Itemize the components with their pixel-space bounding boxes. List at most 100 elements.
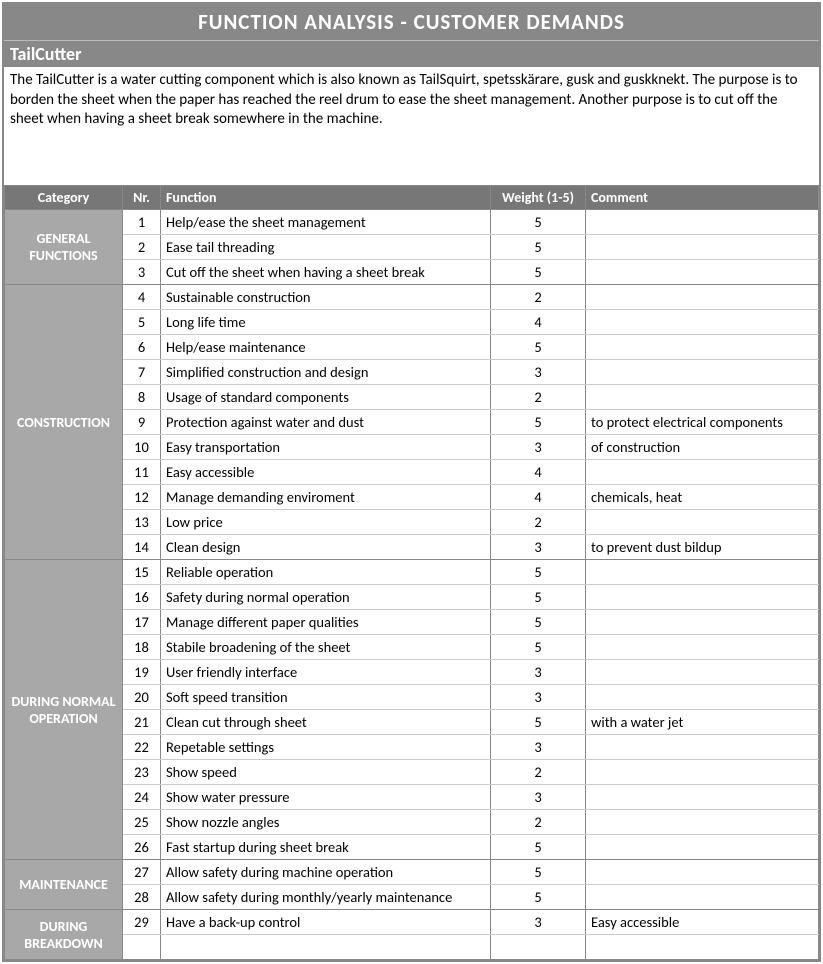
nr-cell: 29 xyxy=(123,910,161,935)
function-cell: Soft speed transition xyxy=(161,685,491,710)
function-cell: Fast startup during sheet break xyxy=(161,835,491,860)
nr-cell: 16 xyxy=(123,585,161,610)
function-cell xyxy=(161,935,491,960)
function-cell: User friendly interface xyxy=(161,660,491,685)
weight-cell: 5 xyxy=(491,235,586,260)
table-row: 7Simplified construction and design3 xyxy=(5,360,819,385)
table-row: 3Cut off the sheet when having a sheet b… xyxy=(5,260,819,285)
comment-cell: to prevent dust bildup xyxy=(586,535,819,560)
weight-cell: 4 xyxy=(491,460,586,485)
function-cell: Clean design xyxy=(161,535,491,560)
function-cell: Long life time xyxy=(161,310,491,335)
weight-cell: 5 xyxy=(491,560,586,585)
table-row: MAINTENANCE27Allow safety during machine… xyxy=(5,860,819,885)
nr-cell: 20 xyxy=(123,685,161,710)
comment-cell: of construction xyxy=(586,435,819,460)
function-cell: Simplified construction and design xyxy=(161,360,491,385)
comment-cell xyxy=(586,285,819,310)
nr-cell: 26 xyxy=(123,835,161,860)
col-header-nr: Nr. xyxy=(123,186,161,210)
weight-cell: 3 xyxy=(491,735,586,760)
table-row: 17Manage different paper qualities5 xyxy=(5,610,819,635)
comment-cell xyxy=(586,685,819,710)
function-cell: Cut off the sheet when having a sheet br… xyxy=(161,260,491,285)
weight-cell: 3 xyxy=(491,360,586,385)
comment-cell: Easy accessible xyxy=(586,910,819,935)
nr-cell: 22 xyxy=(123,735,161,760)
comment-cell xyxy=(586,560,819,585)
table-row: 14Clean design3to prevent dust bildup xyxy=(5,535,819,560)
table-row: 28Allow safety during monthly/yearly mai… xyxy=(5,885,819,910)
comment-cell xyxy=(586,610,819,635)
function-cell: Clean cut through sheet xyxy=(161,710,491,735)
nr-cell: 18 xyxy=(123,635,161,660)
weight-cell: 5 xyxy=(491,710,586,735)
function-cell: Repetable settings xyxy=(161,735,491,760)
table-row xyxy=(5,935,819,960)
nr-cell: 7 xyxy=(123,360,161,385)
weight-cell: 5 xyxy=(491,610,586,635)
function-cell: Help/ease the sheet management xyxy=(161,210,491,235)
nr-cell: 23 xyxy=(123,760,161,785)
function-cell: Show speed xyxy=(161,760,491,785)
table-row: 12Manage demanding enviroment4chemicals,… xyxy=(5,485,819,510)
comment-cell: chemicals, heat xyxy=(586,485,819,510)
function-cell: Stabile broadening of the sheet xyxy=(161,635,491,660)
col-header-category: Category xyxy=(5,186,123,210)
weight-cell: 5 xyxy=(491,335,586,360)
weight-cell xyxy=(491,935,586,960)
weight-cell: 3 xyxy=(491,435,586,460)
table-row: 10Easy transportation3of construction xyxy=(5,435,819,460)
category-cell: GENERAL FUNCTIONS xyxy=(5,210,123,285)
nr-cell: 12 xyxy=(123,485,161,510)
table-row: 18Stabile broadening of the sheet5 xyxy=(5,635,819,660)
page-subtitle: TailCutter xyxy=(4,40,819,67)
nr-cell xyxy=(123,935,161,960)
function-cell: Have a back-up control xyxy=(161,910,491,935)
nr-cell: 9 xyxy=(123,410,161,435)
function-cell: Show water pressure xyxy=(161,785,491,810)
weight-cell: 3 xyxy=(491,785,586,810)
weight-cell: 4 xyxy=(491,485,586,510)
weight-cell: 2 xyxy=(491,760,586,785)
comment-cell xyxy=(586,235,819,260)
nr-cell: 2 xyxy=(123,235,161,260)
table-row: 13Low price2 xyxy=(5,510,819,535)
weight-cell: 5 xyxy=(491,860,586,885)
weight-cell: 5 xyxy=(491,410,586,435)
col-header-function: Function xyxy=(161,186,491,210)
comment-cell xyxy=(586,635,819,660)
table-row: 8Usage of standard components2 xyxy=(5,385,819,410)
function-cell: Manage different paper qualities xyxy=(161,610,491,635)
comment-cell: to protect electrical components xyxy=(586,410,819,435)
function-cell: Usage of standard components xyxy=(161,385,491,410)
comment-cell xyxy=(586,735,819,760)
comment-cell: with a water jet xyxy=(586,710,819,735)
weight-cell: 3 xyxy=(491,660,586,685)
weight-cell: 5 xyxy=(491,835,586,860)
weight-cell: 5 xyxy=(491,210,586,235)
table-row: 11Easy accessible4 xyxy=(5,460,819,485)
nr-cell: 19 xyxy=(123,660,161,685)
nr-cell: 21 xyxy=(123,710,161,735)
document-frame: FUNCTION ANALYSIS - CUSTOMER DEMANDS Tai… xyxy=(2,2,821,962)
function-cell: Allow safety during machine operation xyxy=(161,860,491,885)
weight-cell: 4 xyxy=(491,310,586,335)
description-text: The TailCutter is a water cutting compon… xyxy=(4,67,819,185)
table-row: DURING BREAKDOWN29Have a back-up control… xyxy=(5,910,819,935)
function-table: Category Nr. Function Weight (1-5) Comme… xyxy=(4,185,819,960)
function-cell: Low price xyxy=(161,510,491,535)
table-row: 26Fast startup during sheet break5 xyxy=(5,835,819,860)
function-cell: Safety during normal operation xyxy=(161,585,491,610)
table-row: 20Soft speed transition3 xyxy=(5,685,819,710)
function-cell: Ease tail threading xyxy=(161,235,491,260)
weight-cell: 2 xyxy=(491,385,586,410)
function-cell: Help/ease maintenance xyxy=(161,335,491,360)
comment-cell xyxy=(586,310,819,335)
category-cell: DURING NORMAL OPERATION xyxy=(5,560,123,860)
nr-cell: 3 xyxy=(123,260,161,285)
table-row: 22Repetable settings3 xyxy=(5,735,819,760)
comment-cell xyxy=(586,585,819,610)
table-row: 5Long life time4 xyxy=(5,310,819,335)
weight-cell: 2 xyxy=(491,510,586,535)
